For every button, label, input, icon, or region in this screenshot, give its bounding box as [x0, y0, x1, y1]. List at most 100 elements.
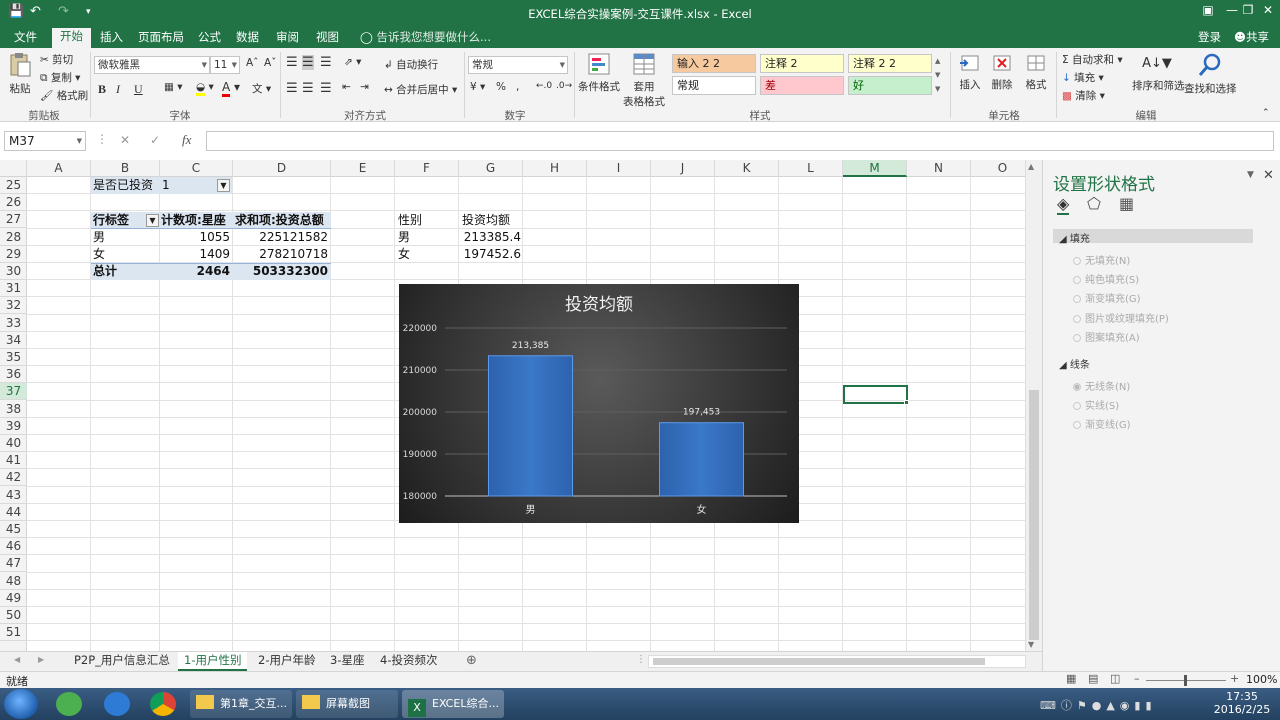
tab-file[interactable]: 文件 [6, 29, 45, 48]
decrease-indent-button[interactable]: ⇤ [342, 81, 351, 93]
middle-align-button[interactable]: ☰ [302, 55, 314, 70]
row-header[interactable]: 38 [0, 401, 27, 418]
taskbar-item[interactable]: X EXCEL综合... [402, 690, 504, 718]
row-header[interactable]: 50 [0, 607, 27, 624]
row-header[interactable]: 44 [0, 504, 27, 521]
fill-option-solid[interactable]: 纯色填充(S) [1073, 271, 1139, 286]
cut-button[interactable]: ✂ 剪切 [40, 52, 73, 67]
insert-function-button[interactable]: fx [182, 132, 191, 148]
row-header[interactable]: 27 [0, 211, 27, 229]
row-header[interactable]: 36 [0, 366, 27, 384]
phonetic-button[interactable]: 文 ▾ [252, 81, 271, 96]
tab-review[interactable]: 审阅 [268, 29, 307, 48]
column-header-b[interactable]: B [91, 160, 160, 177]
shrink-font-button[interactable]: Aˇ [264, 57, 276, 69]
font-size-combo[interactable]: 11 ▼ [210, 56, 240, 74]
ribbon-display-icon[interactable]: ▣ [1196, 3, 1220, 17]
line-option-none[interactable]: 无线条(N) [1073, 378, 1130, 393]
row-header[interactable]: 26 [0, 194, 27, 212]
align-right-button[interactable]: ☰ [320, 81, 332, 96]
row-header[interactable]: 51 [0, 624, 27, 642]
row-header[interactable]: 25 [0, 177, 27, 194]
collapse-ribbon-button[interactable]: ⌃ [1262, 108, 1270, 118]
prev-sheet-icon[interactable]: ◀ [14, 655, 20, 664]
font-name-combo[interactable]: 微软雅黑 ▼ [94, 56, 210, 74]
column-header-m[interactable]: M [843, 160, 907, 177]
tab-insert[interactable]: 插入 [92, 29, 131, 48]
close-pane-icon[interactable]: ✕ [1263, 168, 1274, 183]
column-header-c[interactable]: C [160, 160, 233, 177]
row-header[interactable]: 33 [0, 315, 27, 332]
login-link[interactable]: 登录 [1190, 29, 1229, 48]
scroll-down-icon[interactable]: ▼ [1028, 640, 1034, 649]
row-header[interactable]: 32 [0, 297, 27, 315]
borders-button[interactable]: ▦ ▾ [164, 81, 183, 93]
scroll-up-icon[interactable]: ▲ [1028, 162, 1034, 171]
line-option-gradient[interactable]: 渐变线(G) [1073, 416, 1131, 431]
column-header-d[interactable]: D [233, 160, 331, 177]
row-header[interactable]: 42 [0, 469, 27, 487]
row-header[interactable]: 48 [0, 573, 27, 590]
clock[interactable]: 17:35 2016/2/25 [1212, 690, 1272, 716]
taskbar-item[interactable]: 屏幕截图 [296, 690, 398, 718]
cell-style-good[interactable]: 好 [848, 76, 932, 95]
chart-title[interactable]: 投资均额 [565, 295, 633, 315]
wrap-text-button[interactable]: ↲ 自动换行 [384, 57, 438, 72]
column-header-k[interactable]: K [715, 160, 779, 177]
tray-icons[interactable]: ⌨ⓘ⚑●▲◉▮▮ [1040, 697, 1157, 713]
column-header-e[interactable]: E [331, 160, 395, 177]
increase-indent-button[interactable]: ⇥ [360, 81, 369, 93]
accounting-format-button[interactable]: ¥ ▾ [470, 81, 485, 93]
scroll-thumb[interactable] [1029, 390, 1039, 640]
cell-style-note2[interactable]: 注释 2 [760, 54, 844, 73]
chart[interactable]: 投资均额 220000 210000 200000 190000 180000 213,3… [399, 284, 799, 523]
fill-option-picture[interactable]: 图片或纹理填充(P) [1073, 310, 1169, 325]
cell-style-normal[interactable]: 常规 [672, 76, 756, 95]
tab-data[interactable]: 数据 [228, 29, 267, 48]
bottom-align-button[interactable]: ☰ [320, 55, 332, 70]
tab-home[interactable]: 开始 [52, 28, 91, 48]
percent-button[interactable]: % [496, 81, 506, 93]
clear-button[interactable]: ▩ 清除 ▾ [1062, 88, 1105, 103]
chrome-icon[interactable] [150, 692, 176, 716]
underline-button[interactable]: U [134, 82, 143, 97]
column-header-j[interactable]: J [651, 160, 715, 177]
tab-page-layout[interactable]: 页面布局 [130, 29, 192, 48]
fill-option-gradient[interactable]: 渐变填充(G) [1073, 290, 1141, 305]
top-align-button[interactable]: ☰ [286, 55, 298, 70]
orientation-button[interactable]: ⇗ ▾ [344, 56, 361, 68]
row-header[interactable]: 37 [0, 383, 27, 401]
fill-option-pattern[interactable]: 图案填充(A) [1073, 329, 1140, 344]
fill-section-label[interactable]: ◢ 填充 [1059, 230, 1090, 245]
cell-style-note22[interactable]: 注释 2 2 [848, 54, 932, 73]
font-color-button[interactable]: A ▾ [222, 80, 240, 97]
sheet-tab[interactable]: P2P_用户信息汇总 [68, 652, 176, 671]
sheet-tab[interactable]: 1-用户性别 [178, 652, 248, 671]
zoom-in-icon[interactable]: + [1230, 672, 1239, 685]
sheet-tab[interactable]: 4-投资频次 [374, 652, 443, 671]
pivot-filter-value[interactable]: 1 [162, 177, 170, 194]
fill-option-none[interactable]: 无填充(N) [1073, 252, 1130, 267]
row-header[interactable]: 31 [0, 280, 27, 298]
size-properties-tab-icon[interactable]: ▦ [1119, 194, 1134, 213]
column-header-a[interactable]: A [27, 160, 91, 177]
effects-tab-icon[interactable]: ⬠ [1087, 194, 1101, 213]
comma-button[interactable]: , [516, 81, 519, 93]
row-header[interactable]: 29 [0, 246, 27, 263]
row-header[interactable]: 47 [0, 555, 27, 573]
confirm-entry-icon[interactable]: ✓ [150, 133, 160, 147]
row-labels-dropdown-icon[interactable]: ▼ [146, 214, 159, 227]
select-all-button[interactable] [0, 160, 27, 177]
zoom-slider-thumb[interactable] [1184, 675, 1187, 686]
column-header-l[interactable]: L [779, 160, 843, 177]
start-button[interactable] [4, 689, 38, 719]
next-sheet-icon[interactable]: ▶ [38, 655, 44, 664]
hscroll-thumb[interactable] [653, 658, 985, 665]
cell-style-input22[interactable]: 输入 2 2 [672, 54, 756, 73]
filter-icon[interactable]: ▼ [217, 179, 230, 192]
row-header[interactable]: 49 [0, 590, 27, 607]
column-header-i[interactable]: I [587, 160, 651, 177]
number-format-combo[interactable]: 常规 ▼ [468, 56, 568, 74]
zoom-level[interactable]: 100% [1246, 673, 1277, 686]
column-header-g[interactable]: G [459, 160, 523, 177]
